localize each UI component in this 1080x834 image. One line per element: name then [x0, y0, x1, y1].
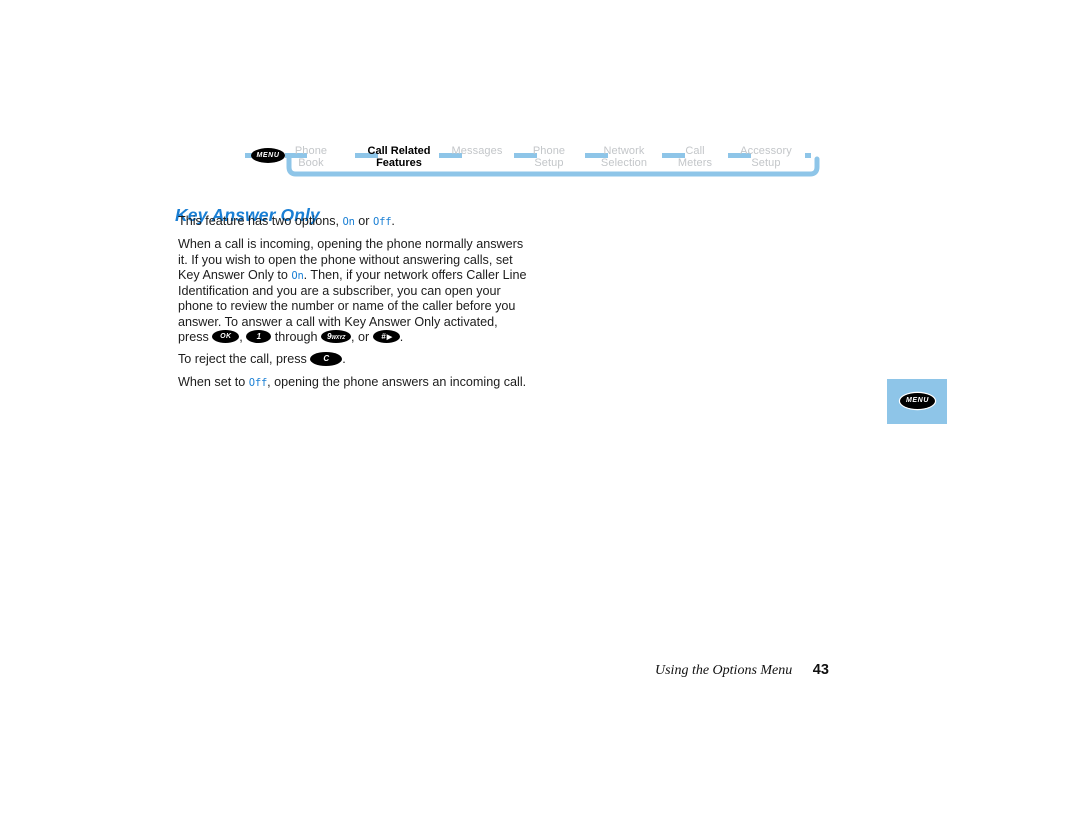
- footer-section-title: Using the Options Menu: [655, 663, 793, 678]
- value-off: Off: [372, 216, 392, 228]
- body-copy: This feature has two options, On or Off.…: [178, 214, 528, 391]
- breadcrumb-item-label-line1: Messages: [451, 145, 503, 157]
- paragraph-off-behavior: When set to Off, opening the phone answe…: [178, 375, 528, 391]
- breadcrumb-item-accessory-setup[interactable]: Accessory Setup: [731, 145, 801, 169]
- breadcrumb-item-label-line1: Network: [603, 145, 645, 157]
- value-on: On: [342, 216, 355, 228]
- breadcrumb-item-call-meters[interactable]: Call Meters: [665, 145, 725, 169]
- page-footer: Using the Options Menu 43: [655, 662, 829, 679]
- breadcrumb-item-label-line1: Phone: [532, 145, 566, 157]
- key-hash-symbol: #: [381, 332, 386, 342]
- key-hash-icon: #▶: [372, 330, 400, 344]
- breadcrumb-item-phone-setup[interactable]: Phone Setup: [519, 145, 579, 169]
- paragraph-text: or: [354, 214, 373, 228]
- paragraph-options: This feature has two options, On or Off.: [178, 214, 528, 230]
- key-9-wxyz-icon: 9WXYZ: [321, 330, 352, 344]
- paragraph-text: To reject the call, press: [178, 352, 311, 367]
- paragraph-text: through: [271, 330, 322, 345]
- breadcrumb: MENU Phone Book Call Related Features Me…: [245, 143, 825, 183]
- breadcrumb-menu-icon[interactable]: MENU: [251, 148, 285, 163]
- paragraph-text: ,: [239, 330, 247, 345]
- breadcrumb-item-messages[interactable]: Messages: [443, 145, 511, 158]
- paragraph-reject: To reject the call, press C.: [178, 352, 528, 367]
- breadcrumb-item-phone-book[interactable]: Phone Book: [287, 145, 335, 169]
- value-off: Off: [248, 376, 268, 389]
- breadcrumb-item-call-related-features[interactable]: Call Related Features: [358, 145, 440, 169]
- breadcrumb-item-label-line1: Call: [685, 145, 705, 157]
- breadcrumb-item-network-selection[interactable]: Network Selection: [589, 145, 659, 169]
- breadcrumb-item-label-line2: Selection: [600, 156, 648, 169]
- paragraph-description: When a call is incoming, opening the pho…: [178, 237, 528, 345]
- breadcrumb-item-label-line2: Setup: [534, 156, 564, 169]
- paragraph-text: , opening the phone answers an incoming …: [267, 374, 527, 389]
- breadcrumb-item-label-line1: Call Related: [367, 145, 431, 157]
- margin-menu-chip: MENU: [887, 379, 947, 424]
- paragraph-text: .: [399, 330, 404, 345]
- menu-icon: MENU: [900, 393, 935, 409]
- paragraph-text: , or: [351, 330, 373, 345]
- breadcrumb-item-label-line2: Setup: [751, 156, 781, 169]
- breadcrumb-item-label-line1: Accessory: [740, 145, 792, 157]
- key-ok-icon: OK: [212, 330, 240, 344]
- key-hash-arrow-icon: ▶: [386, 333, 393, 341]
- paragraph-text: When set to: [178, 374, 249, 389]
- key-clear-icon: C: [310, 352, 343, 367]
- breadcrumb-item-label-line2: Meters: [677, 156, 713, 169]
- breadcrumb-item-label-line1: Phone: [294, 145, 328, 157]
- paragraph-text: .: [342, 352, 346, 367]
- footer-page-number: 43: [812, 662, 829, 678]
- breadcrumb-item-label-line2: Book: [298, 156, 324, 169]
- breadcrumb-item-label-line2: Features: [376, 156, 422, 169]
- paragraph-text: .: [391, 214, 395, 228]
- key-9-letters: WXYZ: [331, 335, 346, 342]
- key-1-icon: 1: [246, 330, 272, 344]
- value-on: On: [291, 269, 304, 282]
- paragraph-text: This feature has two options,: [178, 214, 343, 228]
